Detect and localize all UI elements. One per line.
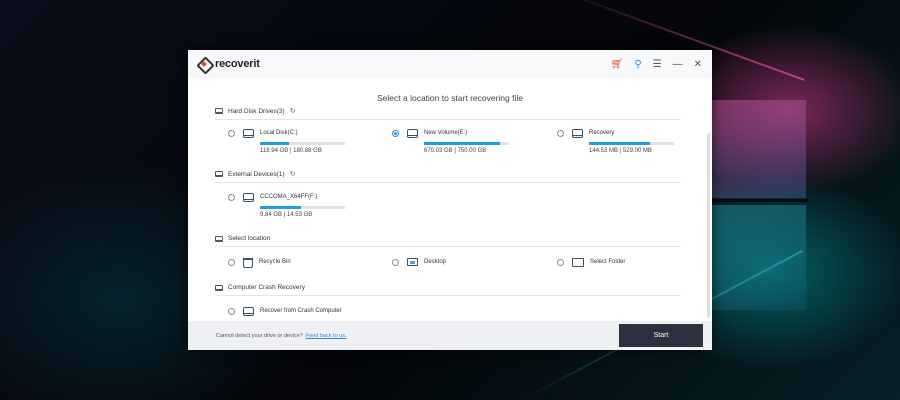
drive-radio[interactable] xyxy=(228,130,235,137)
drive-radio[interactable] xyxy=(557,130,564,137)
refresh-icon[interactable]: ↻ xyxy=(290,107,296,115)
location-item-select-folder[interactable]: Select Folder xyxy=(557,258,625,267)
wallpaper-divider xyxy=(712,199,808,202)
crash-radio[interactable] xyxy=(228,308,235,315)
computer-icon xyxy=(215,284,223,291)
folder-icon xyxy=(572,258,584,267)
drive-label: New Volume(E:) xyxy=(424,130,468,136)
drive-usage-fill xyxy=(260,206,301,209)
hard-drive-icon xyxy=(407,129,418,138)
drive-usage-fill xyxy=(424,142,500,145)
start-button[interactable]: Start xyxy=(619,324,703,347)
section-header: Computer Crash Recovery xyxy=(215,284,681,296)
minimize-icon[interactable]: — xyxy=(673,59,683,70)
location-item-desktop[interactable]: Desktop xyxy=(392,258,446,267)
section-header: Select location xyxy=(215,235,681,247)
key-icon[interactable]: ⚲ xyxy=(634,59,641,70)
drive-usage-bar xyxy=(424,142,509,145)
close-icon[interactable]: ✕ xyxy=(694,59,702,70)
main-panel: Select a location to start recovering fi… xyxy=(188,78,712,321)
drive-usage-bar xyxy=(260,206,345,209)
drive-item-new-volume-e[interactable]: New Volume(E:) 670.03 GB | 750.00 GB xyxy=(392,129,509,154)
drive-size: 118.94 GB | 180.88 GB xyxy=(260,148,322,154)
desktop-icon xyxy=(407,258,418,266)
location-icon xyxy=(215,235,223,242)
drive-item-cccoma-f[interactable]: CCCOMA_X64FF(F:) 9.84 GB | 14.53 GB xyxy=(228,193,345,218)
section-select-location: Select location xyxy=(215,235,681,247)
app-logo-text: recoverit xyxy=(215,58,260,70)
page-title: Select a location to start recovering fi… xyxy=(377,93,523,103)
window-controls: 🛒︎ ⚲ ☰ — ✕ xyxy=(611,59,702,70)
crash-item-recover[interactable]: Recover from Crash Computer xyxy=(228,307,342,316)
wallpaper-window-pane xyxy=(712,100,806,198)
app-logo: recoverit xyxy=(198,58,260,70)
menu-icon[interactable]: ☰ xyxy=(653,59,662,70)
location-radio[interactable] xyxy=(557,259,564,266)
location-radio[interactable] xyxy=(392,259,399,266)
refresh-icon[interactable]: ↻ xyxy=(290,170,296,178)
crash-label: Recover from Crash Computer xyxy=(260,308,342,314)
hard-drive-icon xyxy=(215,108,223,114)
section-header: External Devices(1) ↻ xyxy=(215,170,681,183)
recoverit-logo-icon xyxy=(198,58,210,70)
external-drive-icon xyxy=(215,171,223,177)
drive-usage-fill xyxy=(589,142,651,145)
location-item-recycle-bin[interactable]: Recycle Bin xyxy=(228,258,291,268)
usb-drive-icon xyxy=(243,193,254,202)
cart-icon[interactable]: 🛒︎ xyxy=(611,59,624,70)
drive-label: Local Disk(C:) xyxy=(260,130,298,136)
feedback-link[interactable]: Feed back to us. xyxy=(306,333,347,339)
crashed-computer-icon xyxy=(243,307,254,316)
drive-usage-bar xyxy=(589,142,674,145)
footer-text: Cannot detect your drive or device? xyxy=(216,332,303,339)
drive-label: Recovery xyxy=(589,130,615,136)
location-label: Select Folder xyxy=(590,259,626,265)
drive-item-recovery[interactable]: Recovery 144.53 MB | 529.00 MB xyxy=(557,129,674,154)
drive-size: 670.03 GB | 750.00 GB xyxy=(424,148,487,154)
drive-size: 144.53 MB | 529.00 MB xyxy=(589,148,652,154)
drive-radio[interactable] xyxy=(392,130,399,137)
drive-item-local-disk-c[interactable]: Local Disk(C:) 118.94 GB | 180.88 GB xyxy=(228,129,345,154)
location-label: Recycle Bin xyxy=(259,259,291,265)
section-crash-recovery: Computer Crash Recovery xyxy=(215,284,681,296)
drive-radio[interactable] xyxy=(228,194,235,201)
footer-bar: Cannot detect your drive or device? Feed… xyxy=(188,321,712,350)
section-title: Hard Disk Drives(3) xyxy=(228,107,285,115)
location-label: Desktop xyxy=(424,259,447,265)
section-title: External Devices(1) xyxy=(228,170,285,178)
section-title: Computer Crash Recovery xyxy=(228,284,305,291)
title-bar[interactable]: recoverit 🛒︎ ⚲ ☰ — ✕ xyxy=(188,50,712,78)
recycle-bin-icon xyxy=(243,258,253,268)
scrollbar[interactable] xyxy=(707,133,710,318)
drive-size: 9.84 GB | 14.53 GB xyxy=(260,212,313,218)
recoverit-window: recoverit 🛒︎ ⚲ ☰ — ✕ Select a location t… xyxy=(188,50,712,350)
section-hard-disk: Hard Disk Drives(3) ↻ xyxy=(215,107,681,120)
location-radio[interactable] xyxy=(228,259,235,266)
section-title: Select location xyxy=(228,235,271,242)
hard-drive-icon xyxy=(243,129,254,138)
section-external-devices: External Devices(1) ↻ xyxy=(215,170,681,183)
drive-usage-fill xyxy=(260,142,289,145)
drive-label: CCCOMA_X64FF(F:) xyxy=(260,194,318,200)
wallpaper-window-pane xyxy=(712,205,806,310)
section-header: Hard Disk Drives(3) ↻ xyxy=(215,107,681,120)
hard-drive-icon xyxy=(572,129,583,138)
drive-usage-bar xyxy=(260,142,345,145)
